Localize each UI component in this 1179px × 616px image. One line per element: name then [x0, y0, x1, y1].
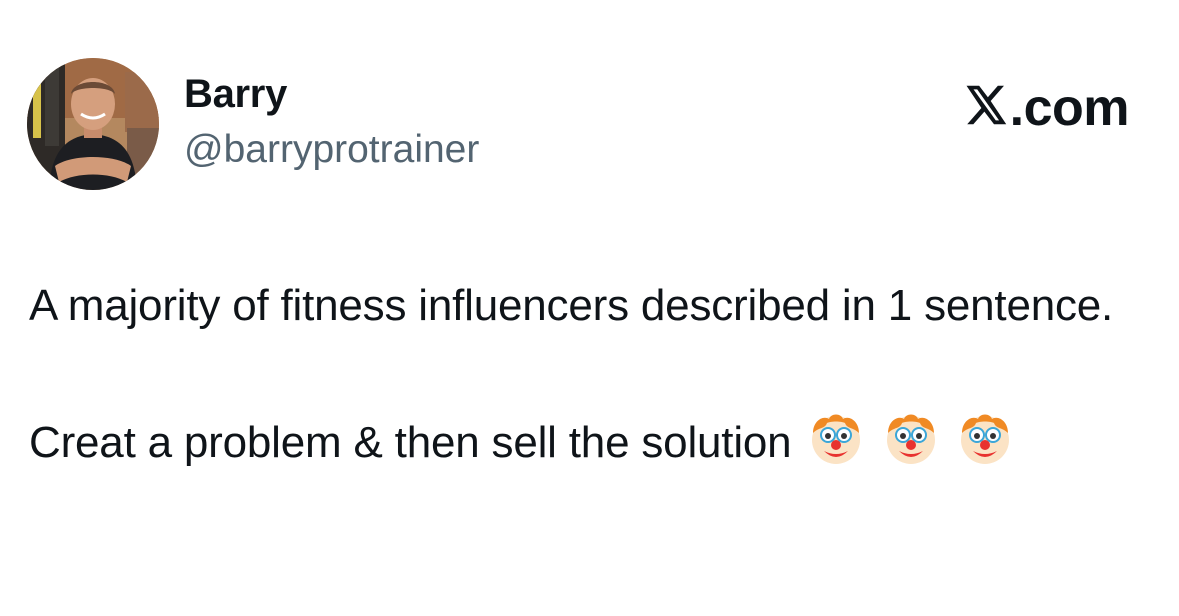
tweet-line-2-text: Creat a problem & then sell the solution: [29, 417, 792, 467]
clown-face-emoji: [807, 409, 865, 488]
user-handle[interactable]: @barryprotrainer: [184, 130, 479, 169]
clown-face-emoji: [956, 409, 1014, 488]
tweet-line-2: Creat a problem & then sell the solution: [29, 409, 1139, 488]
tweet-line-1: A majority of fitness influencers descri…: [29, 281, 1114, 330]
x-logo-icon: [966, 82, 1008, 134]
display-name[interactable]: Barry: [184, 74, 287, 114]
tweet-text: A majority of fitness influencers descri…: [29, 272, 1139, 487]
profile-photo: [27, 58, 159, 190]
avatar[interactable]: [27, 58, 159, 190]
site-domain-label: .com: [1009, 79, 1130, 137]
x-com-mark: .com: [966, 79, 1130, 137]
clown-face-emoji: [882, 409, 940, 488]
